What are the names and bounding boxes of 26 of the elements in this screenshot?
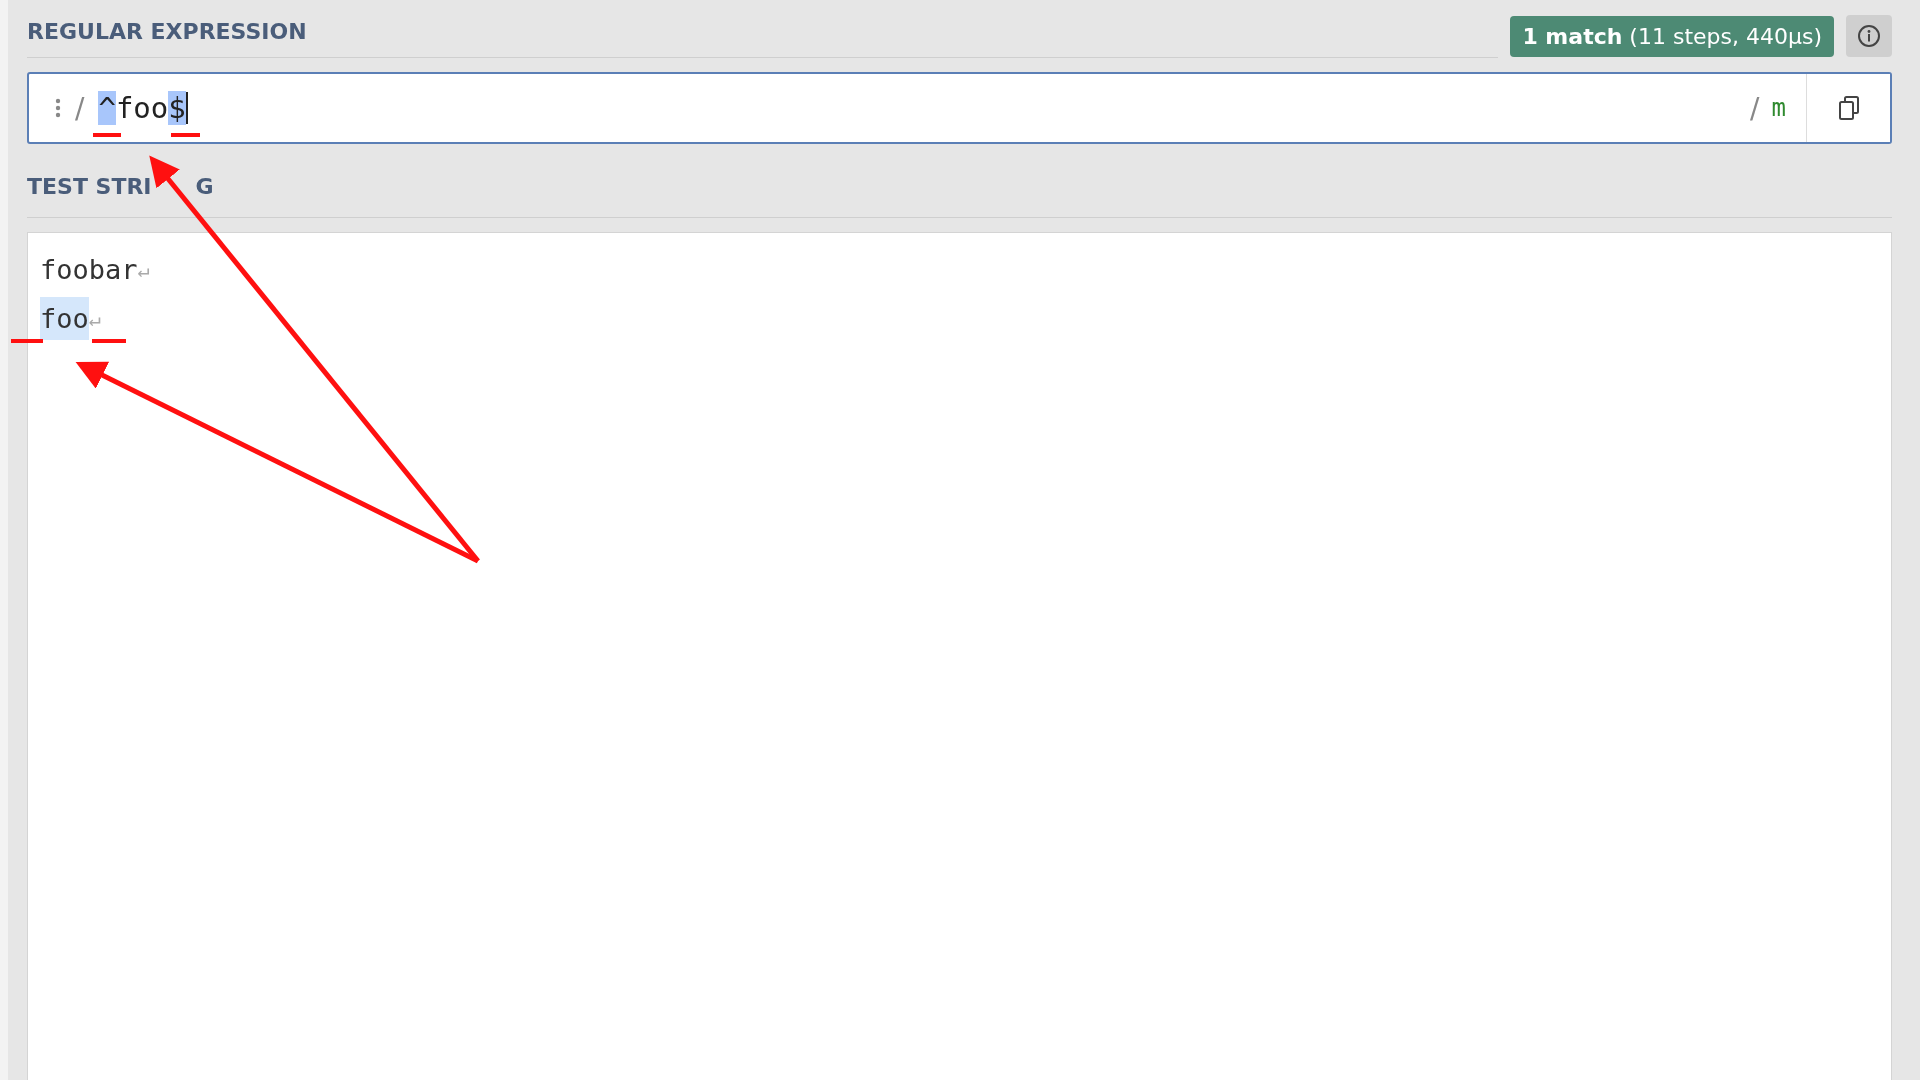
line-break-mark: ↵ [137,257,150,282]
regex-field[interactable]: / ^foo$ / m [27,72,1892,144]
regex-token: foo [115,91,169,125]
regex-token: ^ [98,91,116,125]
info-icon [1857,24,1881,48]
section-label: G [195,173,214,199]
underline-mark [11,339,43,343]
copy-button[interactable] [1806,74,1890,142]
section-label: TEST STRI [27,173,152,199]
test-string-editor[interactable]: foobar↵ foo↵ [27,232,1892,1080]
test-text: foobar [40,254,138,285]
copy-icon [1837,95,1860,121]
regex-flags[interactable]: m [1771,94,1786,122]
underline-mark [92,339,126,343]
text-cursor [185,92,188,124]
match-info-badge: 1 match (11 steps, 440µs) [1510,15,1834,57]
drag-handle-icon[interactable] [55,98,61,118]
regex-token: $ [168,91,186,125]
info-button[interactable] [1846,15,1892,57]
regex-delimiter: / [75,91,85,125]
underline-mark [171,133,200,137]
regex-delimiter: / [1750,91,1760,125]
section-label: REGULAR EXPRESSION [27,18,307,44]
underline-mark [93,133,121,137]
match-highlight: foo [40,297,89,340]
line-break-mark: ↵ [88,306,101,331]
